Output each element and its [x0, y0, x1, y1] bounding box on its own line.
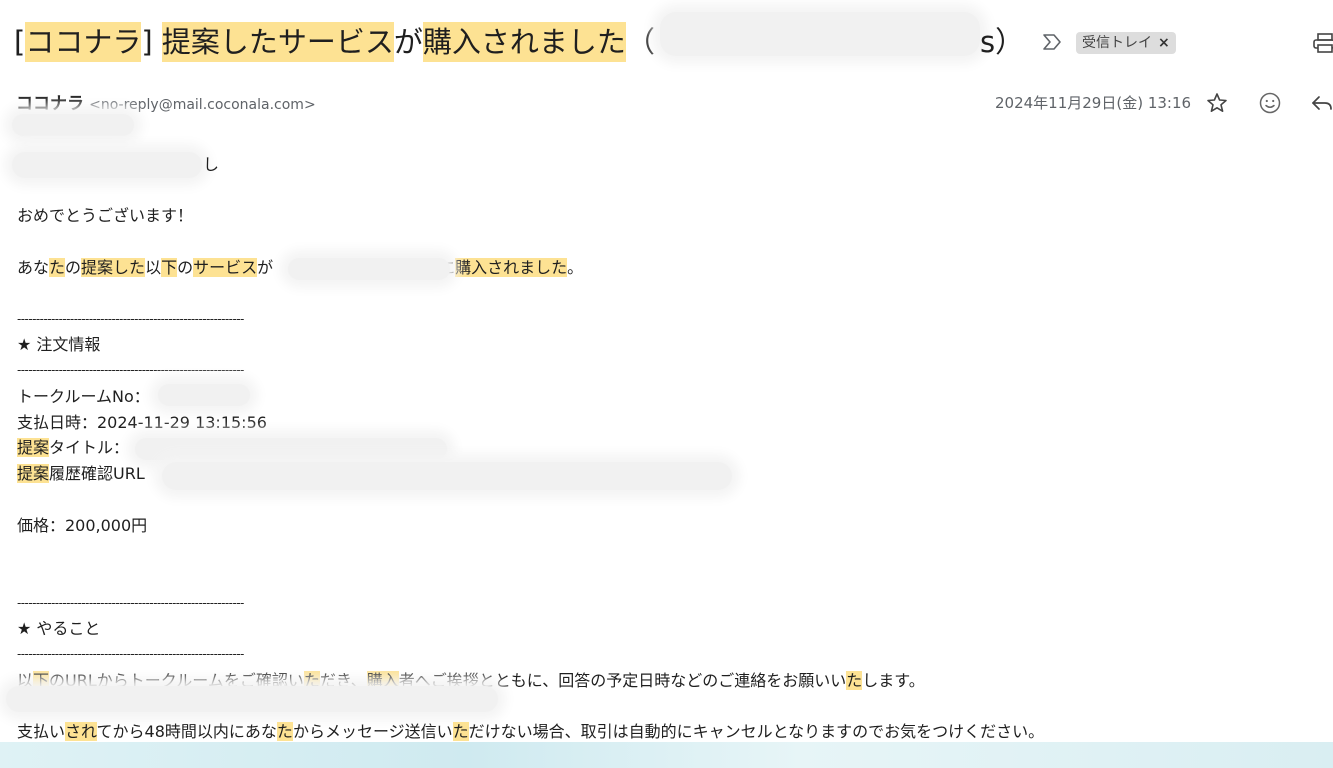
subject-part2: が — [393, 25, 423, 59]
purchase-line-a: あな — [17, 258, 50, 277]
label-arrow-icon[interactable] — [1040, 30, 1064, 54]
subject-part3: 購入されました — [422, 22, 626, 62]
warn-line-c: てから48時間以内にあな — [96, 722, 277, 741]
subject-paren-open: （ — [625, 25, 655, 59]
emoji-icon[interactable] — [1258, 91, 1282, 115]
bottom-decorative-banner — [0, 742, 1333, 768]
redacted-history-url[interactable] — [162, 462, 732, 490]
greeting-tail: し — [203, 155, 220, 174]
purchase-line-c: の — [65, 258, 82, 277]
subject-part1: 提案したサービス — [161, 22, 394, 62]
sender-info: ココナラ <no-reply@mail.coconala.com> — [16, 89, 316, 114]
redacted-greeting — [12, 152, 202, 178]
purchase-line-k: 購入されました — [455, 258, 568, 277]
email-subject: [ココナラ] 提案したサービスが購入されました（ — [14, 22, 655, 62]
redacted-proposal-title — [135, 438, 447, 460]
proposal-title-line: 提案タイトル： — [17, 437, 129, 459]
redacted-buyer-name — [288, 258, 450, 280]
redacted-recipient — [12, 114, 134, 136]
redacted-talkroom-url[interactable] — [6, 686, 498, 712]
warn-line-g: だけない場合、取引は自動的にキャンセルとなりますのでお気をつけください。 — [468, 722, 1045, 741]
redacted-subject — [660, 12, 980, 56]
history-url-hl: 提案 — [17, 464, 50, 483]
order-header: ★ 注文情報 — [17, 335, 101, 354]
subject-bracket-close: ] — [141, 25, 153, 59]
subject-tail: s） — [980, 25, 1025, 59]
purchase-line-l: 。 — [567, 258, 584, 277]
warn-line: 支払いされてから48時間以内にあなたからメッセージ送信いただけない場合、取引は自… — [17, 721, 1044, 743]
inbox-label-chip[interactable]: 受信トレイ × — [1076, 32, 1176, 54]
purchase-line-d: 提案した — [81, 258, 146, 277]
subject-bracket-open: [ — [14, 25, 26, 59]
divider-4: ----------------------------------------… — [17, 647, 244, 661]
reply-icon[interactable] — [1310, 91, 1333, 115]
history-url-line: 提案履歴確認URL — [17, 463, 145, 485]
purchase-line-g: の — [177, 258, 194, 277]
talkroom-label: トークルームNo： — [17, 387, 150, 406]
purchase-line-b: た — [49, 258, 66, 277]
paid-at: 支払日時：2024-11-29 13:15:56 — [17, 413, 267, 432]
history-url-label: 履歴確認URL — [49, 464, 145, 483]
redacted-talkroom-no — [158, 384, 250, 406]
sender-name: ココナラ — [16, 94, 84, 114]
congrats-text: おめでとうございます！ — [17, 206, 194, 225]
todo-line-h: た — [846, 671, 863, 690]
remove-label-icon[interactable]: × — [1158, 35, 1170, 51]
star-icon[interactable] — [1205, 91, 1229, 115]
warn-line-f: た — [452, 722, 469, 741]
todo-line-i: します。 — [862, 671, 925, 690]
purchase-line-i: が — [257, 258, 274, 277]
email-date: 2024年11月29日(金) 13:16 — [995, 94, 1192, 112]
purchase-line-f: 下 — [161, 258, 178, 277]
sender-email: <no-reply@mail.coconala.com> — [89, 97, 316, 113]
proposal-title-hl: 提案 — [17, 438, 50, 457]
price: 価格：200,000円 — [17, 516, 148, 535]
warn-line-e: からメッセージ送信い — [292, 722, 453, 741]
proposal-title-label: タイトル： — [49, 438, 130, 457]
print-icon[interactable] — [1312, 32, 1333, 54]
divider-2: ----------------------------------------… — [17, 363, 244, 377]
purchase-line-h: サービス — [193, 258, 258, 277]
todo-header: ★ やること — [17, 619, 101, 638]
inbox-label-text: 受信トレイ — [1082, 35, 1152, 51]
divider-1: ----------------------------------------… — [17, 312, 244, 326]
subject-brand: ココナラ — [25, 22, 142, 62]
warn-line-b: され — [65, 722, 97, 741]
warn-line-a: 支払い — [17, 722, 66, 741]
warn-line-d: た — [276, 722, 293, 741]
purchase-line-e: 以 — [145, 258, 162, 277]
divider-3: ----------------------------------------… — [17, 596, 244, 610]
